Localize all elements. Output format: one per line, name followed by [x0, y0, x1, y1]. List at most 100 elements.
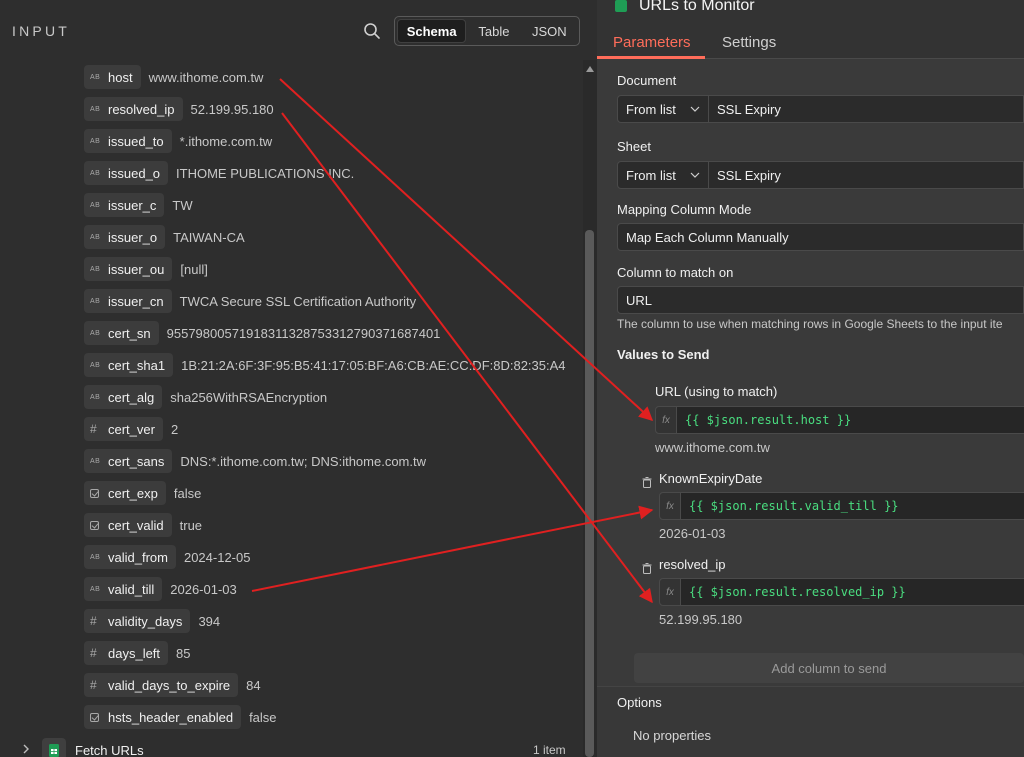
schema-field-row[interactable]: AB issuer_c TW [84, 193, 193, 217]
trash-icon[interactable] [642, 477, 652, 488]
schema-field-pill[interactable]: AB valid_till [84, 577, 163, 601]
schema-field-value: 95579800571918311328753312790371687401 [166, 325, 441, 341]
schema-field-pill[interactable]: AB cert_sha1 [84, 353, 174, 377]
expression-text[interactable]: {{ $json.result.valid_till }} [681, 492, 1024, 520]
schema-field-key: issuer_cn [108, 293, 164, 309]
schema-field-value: [null] [180, 261, 208, 277]
schema-field-pill[interactable]: AB cert_sn [84, 321, 159, 345]
schema-field-value: ITHOME PUBLICATIONS INC. [176, 165, 355, 181]
schema-field-row[interactable]: cert_valid true [84, 513, 202, 537]
node-title[interactable]: URLs to Monitor [639, 0, 755, 15]
schema-field-row[interactable]: # cert_ver 2 [84, 417, 178, 441]
chevron-right-icon[interactable] [22, 744, 30, 754]
schema-field-row[interactable]: AB resolved_ip 52.199.95.180 [84, 97, 274, 121]
schema-field-pill[interactable]: AB issuer_o [84, 225, 166, 249]
value-expression-field[interactable]: fx {{ $json.result.host }} [655, 406, 1024, 434]
schema-field-key: cert_sn [108, 325, 151, 341]
schema-field-value: false [173, 485, 202, 501]
scrollbar-thumb[interactable] [585, 230, 594, 757]
match-column-select[interactable]: URL [617, 286, 1024, 314]
view-table-option[interactable]: Table [466, 19, 521, 43]
schema-field-value: 52.199.95.180 [190, 101, 274, 117]
schema-field-row[interactable]: hsts_header_enabled false [84, 705, 277, 729]
value-expression-field[interactable]: fx {{ $json.result.resolved_ip }} [659, 578, 1024, 606]
string-type-icon: AB [90, 297, 101, 305]
string-type-icon: AB [90, 201, 101, 209]
tab-parameters[interactable]: Parameters [613, 34, 691, 51]
schema-field-pill[interactable]: cert_exp [84, 481, 166, 505]
schema-field-pill[interactable]: # valid_days_to_expire [84, 673, 239, 697]
string-type-icon: AB [90, 553, 101, 561]
schema-field-pill[interactable]: AB cert_sans [84, 449, 173, 473]
schema-field-pill[interactable]: # days_left [84, 641, 169, 665]
document-mode-select[interactable]: From list [617, 95, 709, 123]
add-column-button[interactable]: Add column to send [634, 653, 1024, 683]
schema-field-row[interactable]: AB cert_sha1 1B:21:2A:6F:3F:95:B5:41:17:05… [84, 353, 566, 377]
expression-text[interactable]: {{ $json.result.resolved_ip }} [681, 578, 1024, 606]
mapping-mode-select[interactable]: Map Each Column Manually [617, 223, 1024, 251]
schema-field-pill[interactable]: AB issued_to [84, 129, 172, 153]
number-type-icon: # [90, 646, 97, 660]
view-schema-option[interactable]: Schema [397, 19, 467, 43]
schema-field-pill[interactable]: AB issuer_cn [84, 289, 172, 313]
trash-icon[interactable] [642, 563, 652, 574]
schema-field-row[interactable]: AB issued_o ITHOME PUBLICATIONS INC. [84, 161, 354, 185]
schema-field-row[interactable]: # valid_days_to_expire 84 [84, 673, 261, 697]
string-type-icon: AB [90, 329, 101, 337]
schema-field-pill[interactable]: cert_valid [84, 513, 172, 537]
view-json-option[interactable]: JSON [522, 19, 577, 43]
schema-field-pill[interactable]: AB cert_alg [84, 385, 163, 409]
source-node-label: Fetch URLs [75, 743, 144, 757]
string-type-icon: AB [90, 233, 101, 241]
schema-field-row[interactable]: AB cert_sans DNS:*.ithome.com.tw; DNS:itho… [84, 449, 426, 473]
schema-field-row[interactable]: AB valid_from 2024-12-05 [84, 545, 250, 569]
tab-settings[interactable]: Settings [722, 34, 776, 51]
schema-field-pill[interactable]: hsts_header_enabled [84, 705, 242, 729]
string-type-icon: AB [90, 169, 101, 177]
schema-field-row[interactable]: cert_exp false [84, 481, 201, 505]
item-count: 1 item [533, 743, 566, 757]
schema-field-pill[interactable]: # validity_days [84, 609, 191, 633]
schema-field-key: hsts_header_enabled [108, 709, 234, 725]
schema-field-pill[interactable]: # cert_ver [84, 417, 163, 441]
node-parameters-panel: URLs to Monitor Parameters Settings Docu… [597, 0, 1024, 757]
schema-field-pill[interactable]: AB issuer_ou [84, 257, 173, 281]
schema-field-row[interactable]: AB issuer_o TAIWAN-CA [84, 225, 245, 249]
schema-field-row[interactable]: AB valid_till 2026-01-03 [84, 577, 237, 601]
schema-field-value: 2026-01-03 [170, 581, 237, 597]
match-column-hint: The column to use when matching rows in … [617, 317, 1003, 331]
schema-field-pill[interactable]: AB resolved_ip [84, 97, 183, 121]
google-sheets-icon [42, 738, 66, 757]
value-expression-field[interactable]: fx {{ $json.result.valid_till }} [659, 492, 1024, 520]
schema-field-value: true [179, 517, 203, 533]
string-type-icon: AB [90, 73, 101, 81]
schema-field-row[interactable]: # validity_days 394 [84, 609, 220, 633]
schema-field-key: issuer_c [108, 197, 157, 213]
string-type-icon: AB [90, 361, 101, 369]
string-type-icon: AB [90, 393, 101, 401]
boolean-type-icon [90, 488, 108, 498]
chevron-down-icon [690, 106, 700, 112]
expression-text[interactable]: {{ $json.result.host }} [677, 406, 1024, 434]
schema-field-row[interactable]: AB cert_sn 9557980057191831132875331279037… [84, 321, 440, 345]
schema-field-row[interactable]: AB host www.ithome.com.tw [84, 65, 263, 89]
sheet-mode-select[interactable]: From list [617, 161, 709, 189]
document-value-select[interactable]: SSL Expiry [709, 95, 1024, 123]
source-node-row[interactable]: Fetch URLs 1 item [0, 738, 583, 757]
n8n-node-editor: INPUT Schema Table JSON AB host www.ithome… [0, 0, 1024, 757]
schema-field-row[interactable]: AB issuer_cn TWCA Secure SSL Certification… [84, 289, 416, 313]
input-panel: INPUT Schema Table JSON AB host www.ithome… [0, 0, 583, 757]
search-icon[interactable] [363, 22, 381, 40]
schema-field-pill[interactable]: AB valid_from [84, 545, 176, 569]
schema-field-row[interactable]: AB issued_to *.ithome.com.tw [84, 129, 272, 153]
value-field-name: KnownExpiryDate [659, 471, 763, 486]
schema-field-row[interactable]: # days_left 85 [84, 641, 191, 665]
schema-field-pill[interactable]: AB host [84, 65, 141, 89]
scroll-up-icon[interactable] [586, 66, 594, 72]
schema-field-pill[interactable]: AB issuer_c [84, 193, 165, 217]
sheet-value-select[interactable]: SSL Expiry [709, 161, 1024, 189]
schema-field-pill[interactable]: AB issued_o [84, 161, 169, 185]
document-mode-value: From list [626, 101, 676, 117]
schema-field-row[interactable]: AB issuer_ou [null] [84, 257, 208, 281]
schema-field-row[interactable]: AB cert_alg sha256WithRSAEncryption [84, 385, 327, 409]
